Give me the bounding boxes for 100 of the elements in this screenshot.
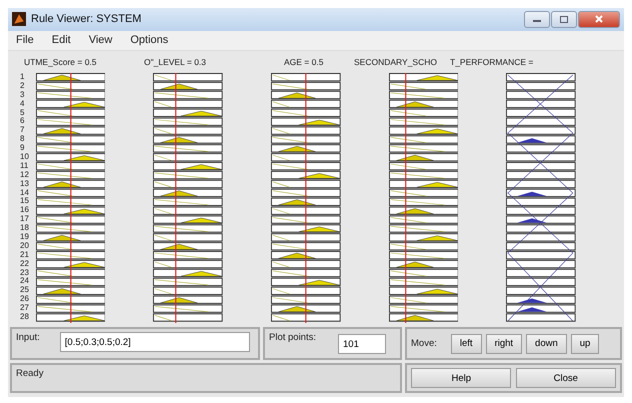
menu-item[interactable]: View bbox=[88, 34, 112, 46]
membership-plot bbox=[388, 304, 458, 313]
rule-number: 13 bbox=[20, 180, 30, 189]
membership-plot bbox=[271, 82, 341, 90]
move-button[interactable]: left bbox=[450, 334, 482, 354]
membership-plot bbox=[388, 144, 458, 153]
membership-plot bbox=[36, 224, 106, 233]
rule-number: 24 bbox=[20, 277, 30, 286]
membership-plot bbox=[388, 206, 458, 215]
membership-plot bbox=[153, 180, 224, 188]
input-field[interactable]: [0.5;0.3;0.5;0.2] bbox=[60, 332, 250, 352]
move-button[interactable]: up bbox=[570, 334, 600, 354]
membership-plot bbox=[153, 242, 224, 250]
membership-plot bbox=[153, 268, 224, 278]
membership-plot bbox=[506, 268, 576, 278]
membership-plot bbox=[271, 170, 341, 180]
membership-plot bbox=[506, 118, 576, 126]
rule-number: 15 bbox=[20, 197, 30, 206]
membership-plot bbox=[388, 153, 458, 162]
membership-plot bbox=[153, 215, 224, 224]
membership-plot bbox=[271, 286, 341, 295]
menu-item[interactable]: File bbox=[16, 34, 34, 46]
membership-plot bbox=[153, 304, 224, 313]
membership-plot bbox=[36, 215, 106, 224]
maximize-button[interactable] bbox=[551, 10, 577, 28]
dialog-button[interactable]: Close bbox=[516, 368, 616, 388]
menu-item[interactable]: Options bbox=[130, 34, 168, 46]
menu-item[interactable]: Edit bbox=[52, 34, 71, 46]
membership-plot bbox=[388, 215, 458, 224]
membership-plot bbox=[506, 162, 576, 170]
membership-plot bbox=[153, 251, 224, 260]
membership-plot bbox=[36, 100, 106, 108]
membership-plot bbox=[388, 233, 458, 242]
membership-plot bbox=[36, 82, 106, 90]
membership-plot bbox=[506, 100, 576, 108]
rule-number: 25 bbox=[20, 286, 30, 295]
membership-plot bbox=[388, 82, 458, 90]
membership-plot bbox=[271, 73, 341, 82]
dialog-button[interactable]: Help bbox=[411, 368, 512, 388]
membership-plot bbox=[153, 233, 224, 242]
rule-number: 1 bbox=[20, 73, 26, 82]
rule-number: 18 bbox=[20, 224, 30, 233]
membership-plot bbox=[506, 206, 576, 215]
membership-plot bbox=[36, 90, 106, 100]
membership-plot bbox=[271, 162, 341, 170]
membership-plot bbox=[271, 188, 341, 198]
membership-plot bbox=[36, 233, 106, 242]
membership-plot bbox=[153, 162, 224, 170]
membership-plot bbox=[506, 180, 576, 188]
membership-plot bbox=[153, 90, 224, 100]
plot-points-field[interactable]: 101 bbox=[338, 334, 386, 354]
membership-plot bbox=[388, 188, 458, 198]
membership-plot bbox=[388, 162, 458, 170]
membership-plot bbox=[506, 260, 576, 268]
move-button[interactable]: down bbox=[526, 334, 567, 354]
membership-plot bbox=[388, 268, 458, 278]
minimize-button[interactable] bbox=[524, 10, 550, 28]
membership-plot bbox=[271, 118, 341, 126]
membership-plot bbox=[271, 126, 341, 135]
rule-number: 22 bbox=[20, 260, 30, 269]
close-button[interactable] bbox=[578, 10, 620, 28]
membership-plot bbox=[153, 286, 224, 295]
membership-plot bbox=[388, 170, 458, 180]
rule-number: 17 bbox=[20, 215, 30, 224]
membership-plot bbox=[271, 304, 341, 313]
rule-number: 14 bbox=[20, 188, 30, 198]
rule-number: 5 bbox=[20, 108, 26, 117]
membership-plot bbox=[36, 162, 106, 170]
rule-number: 10 bbox=[20, 153, 30, 162]
membership-plot bbox=[36, 126, 106, 135]
membership-plot bbox=[506, 73, 576, 82]
membership-plot bbox=[153, 108, 224, 117]
membership-plot bbox=[506, 198, 576, 206]
membership-plot bbox=[388, 296, 458, 304]
membership-plot bbox=[153, 82, 224, 90]
membership-plot bbox=[153, 144, 224, 153]
rule-number: 27 bbox=[20, 304, 30, 313]
membership-plot bbox=[36, 135, 106, 144]
membership-plot bbox=[506, 286, 576, 295]
membership-plot bbox=[388, 100, 458, 108]
move-button[interactable]: right bbox=[486, 334, 522, 354]
membership-plot bbox=[153, 153, 224, 162]
membership-plot bbox=[506, 251, 576, 260]
membership-plot bbox=[271, 206, 341, 215]
membership-plot bbox=[506, 135, 576, 144]
rule-number: 26 bbox=[20, 295, 30, 304]
membership-plot bbox=[153, 73, 224, 82]
membership-plot bbox=[388, 118, 458, 126]
membership-plot bbox=[388, 260, 458, 268]
membership-plot bbox=[271, 268, 341, 278]
membership-plot bbox=[271, 260, 341, 268]
membership-plot bbox=[36, 73, 106, 82]
variable-label: O"_LEVEL = 0.3 bbox=[144, 57, 208, 67]
membership-plot bbox=[388, 180, 458, 188]
app-icon bbox=[12, 12, 26, 26]
membership-plot bbox=[36, 304, 106, 313]
membership-plot bbox=[388, 198, 458, 206]
membership-plot bbox=[388, 242, 458, 250]
rule-number: 20 bbox=[20, 242, 30, 251]
membership-plot bbox=[271, 198, 341, 206]
